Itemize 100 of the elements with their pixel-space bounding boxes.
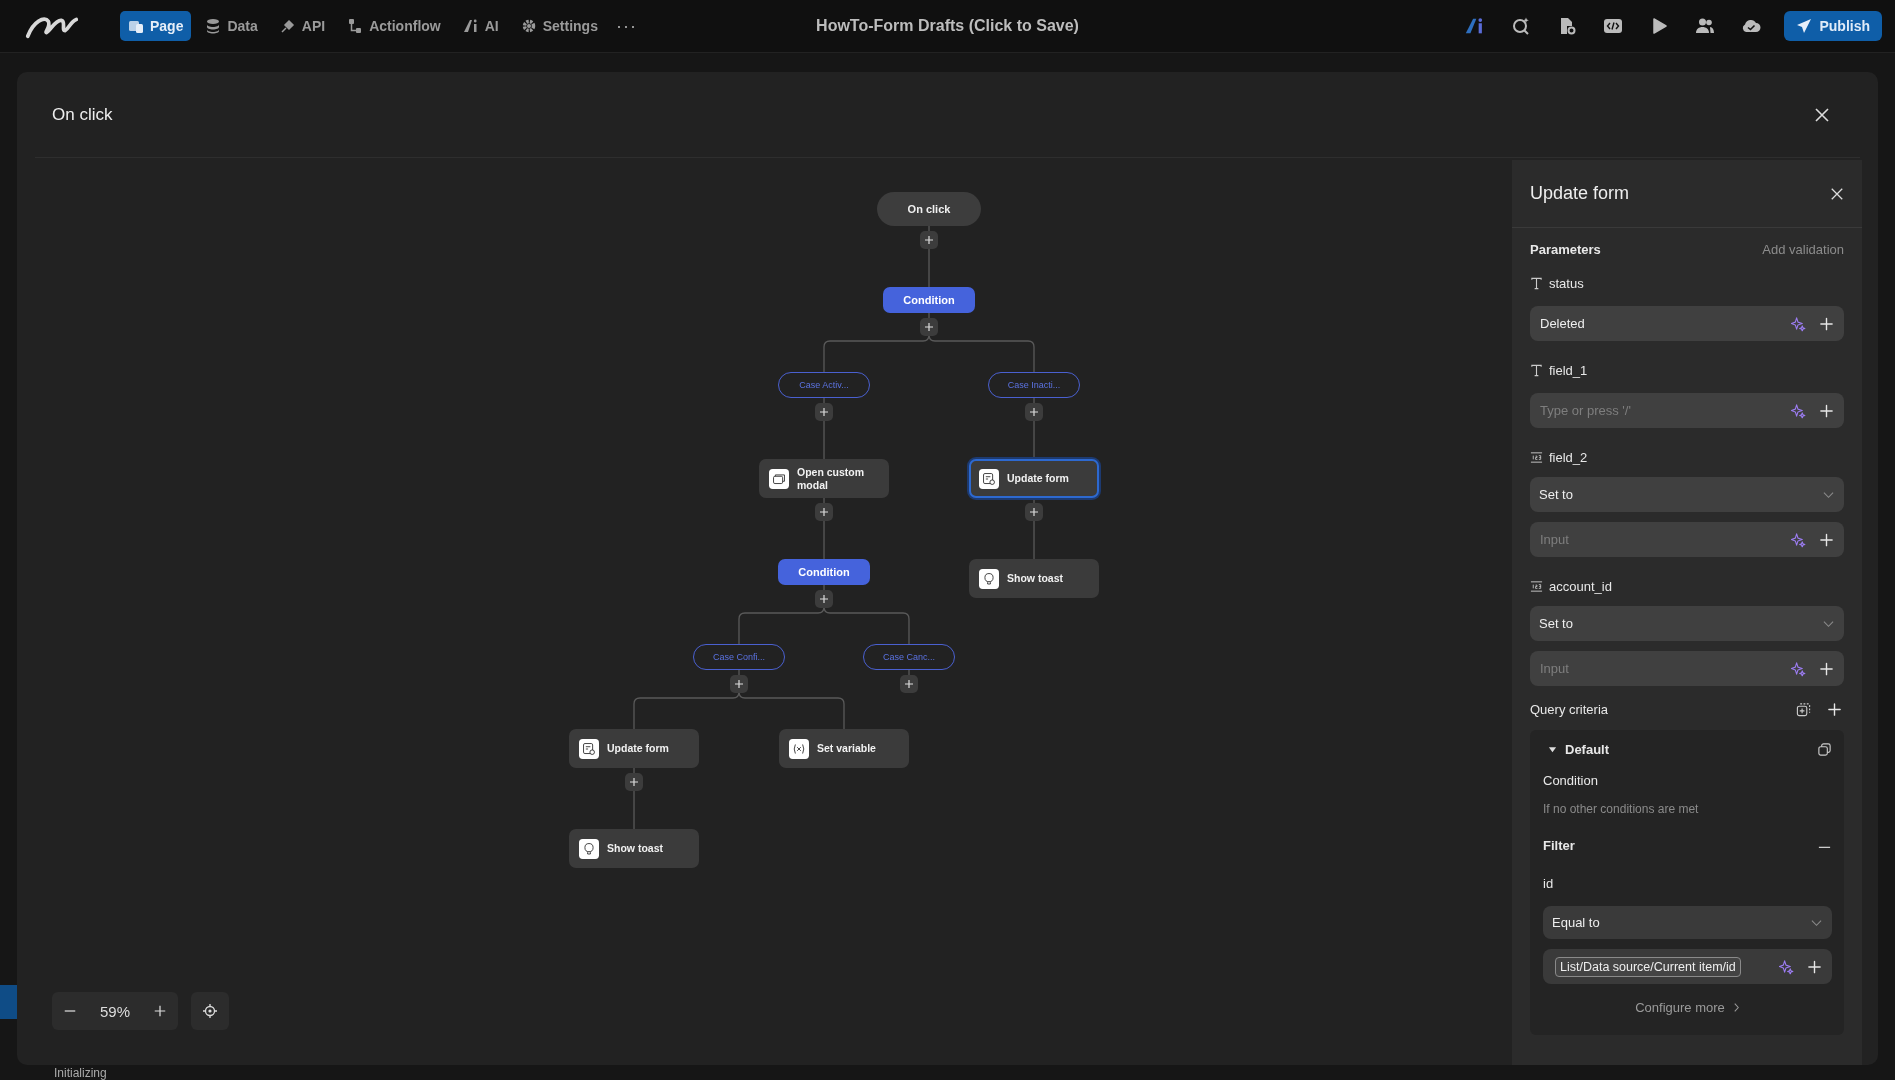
condition-node[interactable]: Condition: [883, 287, 975, 313]
chevron-down-icon: [1823, 490, 1834, 499]
gear-icon: [520, 18, 537, 34]
filter-heading: Filter: [1543, 838, 1575, 853]
action-node[interactable]: Set variable: [779, 729, 909, 768]
value-field[interactable]: Input: [1530, 522, 1844, 557]
text-type-icon: [1530, 363, 1543, 377]
number-type-icon: [1530, 450, 1543, 464]
condition-text: If no other conditions are met: [1543, 802, 1700, 816]
connector-line: [1033, 420, 1035, 460]
mode-select[interactable]: Set to: [1530, 606, 1844, 641]
value-chip[interactable]: List/Data source/Current item/id: [1555, 956, 1741, 977]
value-field[interactable]: Input: [1530, 651, 1844, 686]
pages-icon: [128, 18, 144, 34]
action-label: Show toast: [607, 842, 664, 855]
nav-tab[interactable]: Data: [197, 11, 266, 41]
connector-line: [1033, 397, 1035, 404]
plug-icon: [279, 18, 296, 34]
plus-icon: [924, 322, 934, 332]
action-node[interactable]: Update form: [969, 459, 1099, 498]
add-icon[interactable]: [1807, 959, 1822, 974]
trigger-node[interactable]: On click: [877, 192, 981, 226]
add-step-button[interactable]: [920, 318, 938, 336]
add-step-button[interactable]: [815, 403, 833, 421]
connector-line: [823, 420, 825, 460]
connector-line: [633, 767, 635, 774]
copy-icon[interactable]: [1817, 742, 1832, 757]
sparkle-icon[interactable]: [1791, 532, 1806, 547]
add-icon[interactable]: [1819, 661, 1834, 676]
configure-more-link[interactable]: Configure more: [1635, 1000, 1740, 1015]
add-step-button[interactable]: [900, 675, 918, 693]
add-icon[interactable]: [1827, 701, 1842, 717]
mode-select[interactable]: Set to: [1530, 477, 1844, 512]
add-icon[interactable]: [1819, 532, 1834, 547]
connector-line: [823, 520, 825, 560]
condition-node[interactable]: Condition: [778, 559, 870, 585]
sparkle-icon[interactable]: [1779, 959, 1794, 974]
action-node[interactable]: Show toast: [569, 829, 699, 868]
add-step-button[interactable]: [730, 675, 748, 693]
connector-line: [1033, 497, 1035, 504]
publish-button[interactable]: Publish: [1784, 11, 1882, 41]
close-icon[interactable]: [1814, 106, 1830, 123]
selection-marker: [0, 985, 18, 1019]
locate-button[interactable]: [191, 992, 229, 1030]
connector-line: [1033, 520, 1035, 560]
value-field[interactable]: Deleted: [1530, 306, 1844, 341]
variable-icon: [789, 738, 809, 759]
add-step-button[interactable]: [815, 503, 833, 521]
send-icon: [1796, 18, 1813, 34]
action-node[interactable]: Update form: [569, 729, 699, 768]
close-icon[interactable]: [1830, 186, 1844, 201]
action-node[interactable]: Show toast: [969, 559, 1099, 598]
value-field[interactable]: Type or press '/': [1530, 393, 1844, 428]
action-label: Update form: [607, 742, 670, 755]
nav-tab[interactable]: API: [271, 11, 334, 41]
crosshair-icon: [202, 1003, 218, 1019]
plus-icon: [924, 235, 934, 245]
form-icon: [979, 468, 999, 489]
operator-select[interactable]: Equal to: [1543, 906, 1832, 939]
add-icon[interactable]: [1819, 316, 1834, 331]
status-text: Initializing: [54, 1066, 107, 1080]
add-step-button[interactable]: [1025, 403, 1043, 421]
section-heading: Query criteria: [1530, 701, 1609, 717]
zoom-in-icon[interactable]: [152, 1004, 167, 1018]
form-icon: [579, 738, 599, 759]
parameter-name: field_1: [1549, 362, 1588, 378]
users-icon[interactable]: [1694, 16, 1717, 36]
plus-icon: [1029, 507, 1039, 517]
nav-tab[interactable]: AI: [454, 11, 507, 41]
add-group-icon[interactable]: [1796, 701, 1811, 717]
more-button[interactable]: ···: [615, 15, 637, 37]
sparkle-icon[interactable]: [1791, 661, 1806, 676]
windows-icon: [769, 468, 789, 489]
sparkle-icon[interactable]: [1791, 403, 1806, 418]
connector-line: [633, 790, 635, 830]
value-field[interactable]: List/Data source/Current item/id: [1543, 949, 1832, 984]
project-title[interactable]: HowTo-Form Drafts (Click to Save): [816, 17, 1079, 35]
action-node[interactable]: Open custom modal: [759, 459, 889, 498]
chevron-down-icon: [1811, 918, 1822, 927]
ai-icon: [462, 18, 479, 34]
add-validation-link[interactable]: Add validation: [1762, 241, 1844, 257]
add-step-button[interactable]: [815, 590, 833, 608]
action-label: Open custom modal: [797, 465, 866, 492]
criteria-toggle[interactable]: Default: [1543, 738, 1615, 761]
add-step-button[interactable]: [625, 773, 643, 791]
connector-line: [738, 669, 740, 676]
add-step-button[interactable]: [1025, 503, 1043, 521]
connector-line: [823, 397, 825, 404]
sparkle-icon[interactable]: [1791, 316, 1806, 331]
nav-tab[interactable]: Settings: [512, 11, 606, 41]
connector-line: [928, 225, 930, 232]
nav-tab[interactable]: Page: [120, 11, 192, 41]
add-step-button[interactable]: [920, 231, 938, 249]
connector-line: [908, 669, 910, 676]
add-icon[interactable]: [1819, 403, 1834, 418]
code-icon[interactable]: [1602, 16, 1625, 36]
plus-icon: [819, 407, 829, 417]
caret-icon: [1548, 745, 1557, 754]
nav-tab[interactable]: Actionflow: [339, 11, 449, 41]
parameter-name: field_2: [1549, 449, 1588, 465]
